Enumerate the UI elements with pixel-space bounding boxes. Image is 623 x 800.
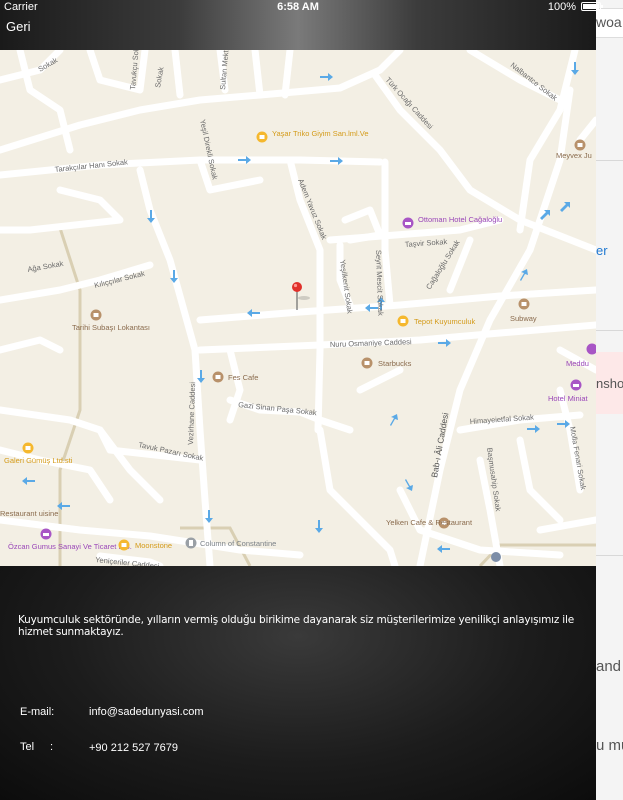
poi-label: Ottoman Hotel Cağaloğlu xyxy=(418,215,502,224)
poi-column-of-constantine[interactable]: Column of Constantine xyxy=(185,537,277,549)
tel-label: Tel xyxy=(20,741,35,753)
museum-icon xyxy=(491,552,501,562)
poi-starbucks[interactable]: Starbucks xyxy=(361,357,412,369)
background-text: nsho xyxy=(596,376,623,391)
poi-label: Moonstone xyxy=(135,541,172,550)
poi-label: Meddu xyxy=(566,359,589,368)
poi-label: Yelken Cafe & Restaurant xyxy=(386,518,473,527)
tel-colon: : xyxy=(50,741,54,753)
poi-label: Tepot Kuyumculuk xyxy=(414,317,476,326)
map-canvas: Sokak Tavukçu Sokak Sokak Sultan Mektebi… xyxy=(0,50,596,566)
poi-label: Tarihi Subaşı Lokantası xyxy=(72,323,150,332)
status-bar: Carrier 6:58 AM 100% xyxy=(0,0,623,14)
battery-icon xyxy=(581,2,603,11)
store-info-section: Kuyumculuk sektöründe, yılların vermiş o… xyxy=(0,566,596,800)
background-text: woa xyxy=(596,14,622,30)
poi-fes-cafe[interactable]: Fes Cafe xyxy=(212,371,259,383)
poi-label: Hotel Miniat xyxy=(548,394,589,403)
poi-label: Subway xyxy=(510,314,537,323)
back-button[interactable]: Geri xyxy=(6,19,31,34)
poi-label: Column of Constantine xyxy=(200,539,276,548)
email-link[interactable]: info@sadedunyasi.com xyxy=(89,706,204,718)
poi-label: Fes Cafe xyxy=(228,373,258,382)
background-link: er xyxy=(596,243,608,258)
divider xyxy=(596,555,623,556)
poi-label: Meyvex Ju xyxy=(556,151,592,160)
background-text: and xyxy=(596,658,622,675)
poi-label: Restaurant uisine xyxy=(0,509,58,518)
poi-label: Özcan Gumus Sanayi Ve Ticaret L.S. xyxy=(8,542,132,551)
battery-percentage: 100% xyxy=(547,1,576,13)
divider xyxy=(596,160,623,161)
poi-label: Galeri Gümüş Ltd.sti xyxy=(4,456,73,465)
store-detail-panel: Geri Sokak Tavukçu Sokak Sokak Sultan Me… xyxy=(0,0,596,800)
email-label: E-mail: xyxy=(20,706,55,718)
store-description: Kuyumculuk sektöründe, yılların vermiş o… xyxy=(18,614,574,638)
background-text: u mu xyxy=(596,737,623,754)
status-time: 6:58 AM xyxy=(277,1,319,13)
divider xyxy=(596,330,623,331)
poi-moonstone[interactable]: Moonstone xyxy=(118,539,173,551)
phone-link[interactable]: +90 212 527 7679 xyxy=(89,742,178,754)
poi-label: Yaşar Triko Giyim San.lml.Ve xyxy=(272,129,369,138)
poi-yelken-cafe[interactable]: Yelken Cafe & Restaurant xyxy=(386,517,473,529)
poi-restaurant[interactable]: Restaurant uisine xyxy=(0,509,58,518)
map-view[interactable]: Sokak Tavukçu Sokak Sokak Sultan Mektebi… xyxy=(0,50,596,566)
background-app: woa er nsho and u mu xyxy=(596,0,623,800)
poi-label: Starbucks xyxy=(378,359,412,368)
